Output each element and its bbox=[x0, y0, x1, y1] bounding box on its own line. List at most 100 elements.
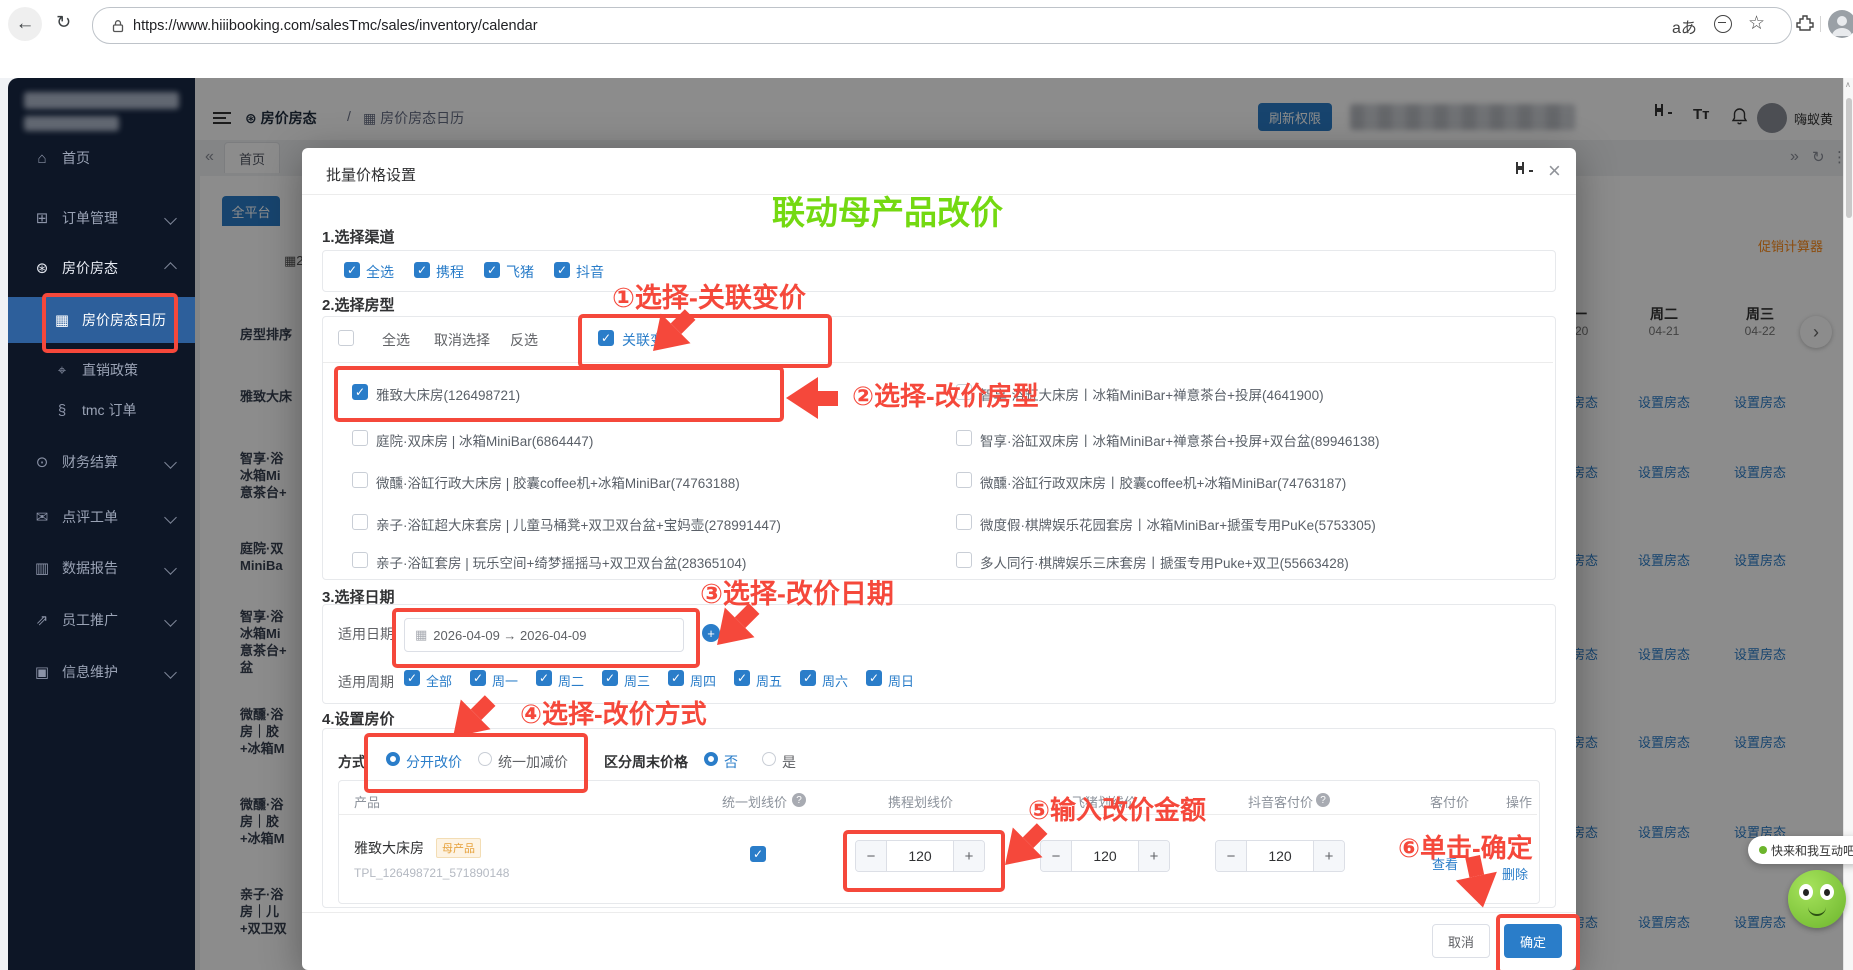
blurred-hotel-subname bbox=[24, 116, 119, 131]
mascot-avatar[interactable] bbox=[1788, 870, 1846, 928]
room-checkbox[interactable] bbox=[956, 552, 972, 568]
blurred-hotel-name bbox=[24, 92, 179, 109]
price-table-header: 操作 bbox=[1506, 792, 1532, 811]
room-label[interactable]: 智享·浴缸双床房丨冰箱MiniBar+禅意茶台+投屏+双台盆(89946138) bbox=[980, 430, 1379, 450]
weekend-radio-no[interactable] bbox=[704, 752, 718, 766]
sidebar-item-review[interactable]: ✉ 点评工单 bbox=[8, 499, 195, 535]
week-label-item[interactable]: 周二 bbox=[558, 671, 584, 690]
browser-profile-avatar[interactable] bbox=[1828, 10, 1853, 38]
room-checkbox[interactable] bbox=[956, 472, 972, 488]
sidebar-item-room-price[interactable]: ⊛ 房价房态 bbox=[8, 250, 195, 286]
week-label-item[interactable]: 周一 bbox=[492, 671, 518, 690]
week-checkbox-sat[interactable] bbox=[800, 670, 816, 686]
channel-label[interactable]: 全选 bbox=[366, 262, 394, 282]
room-label[interactable]: 微醺·浴缸行政大床房 | 胶囊coffee机+冰箱MiniBar(7476318… bbox=[376, 472, 740, 492]
orders-icon: ⊞ bbox=[32, 209, 52, 227]
direct-policy-icon: ⌖ bbox=[52, 362, 72, 379]
back-button[interactable]: ← bbox=[8, 7, 42, 41]
fliggy-price-stepper[interactable]: − 120 + bbox=[1040, 840, 1170, 872]
week-checkbox-all[interactable] bbox=[404, 670, 420, 686]
modal-close-icon[interactable]: × bbox=[1548, 158, 1561, 184]
reload-button[interactable]: ↻ bbox=[56, 12, 71, 33]
stepper-minus[interactable]: − bbox=[1216, 841, 1246, 871]
weekend-label: 区分周末价格 bbox=[604, 752, 688, 772]
room-checkbox[interactable] bbox=[956, 430, 972, 446]
room-label[interactable]: 庭院·双床房 | 冰箱MiniBar(6864447) bbox=[376, 430, 593, 450]
room-action-invert[interactable]: 反选 bbox=[510, 330, 538, 350]
channel-label[interactable]: 抖音 bbox=[576, 262, 604, 282]
extensions-icon[interactable] bbox=[1796, 14, 1814, 32]
room-label[interactable]: 亲子·浴缸套房 | 玩乐空间+绮梦摇摇马+双卫双台盆(28365104) bbox=[376, 552, 746, 572]
week-label-item[interactable]: 全部 bbox=[426, 671, 452, 690]
week-checkbox-tue[interactable] bbox=[536, 670, 552, 686]
week-label-item[interactable]: 周六 bbox=[822, 671, 848, 690]
channel-checkbox-all[interactable] bbox=[344, 262, 360, 278]
translate-icon[interactable]: aあ bbox=[1672, 14, 1697, 38]
week-checkbox-thu[interactable] bbox=[668, 670, 684, 686]
weekend-option-label[interactable]: 是 bbox=[782, 752, 796, 772]
question-icon[interactable]: ? bbox=[792, 793, 806, 807]
delete-link[interactable]: 删除 bbox=[1502, 864, 1528, 883]
mother-product-badge: 母产品 bbox=[436, 838, 481, 858]
room-select-all-checkbox[interactable] bbox=[338, 330, 354, 346]
weekend-option-label[interactable]: 否 bbox=[724, 752, 738, 772]
week-label-item[interactable]: 周三 bbox=[624, 671, 650, 690]
sidebar-item-home[interactable]: ⌂ 首页 bbox=[8, 140, 195, 176]
week-checkbox-sun[interactable] bbox=[866, 670, 882, 686]
address-bar[interactable]: https://www.hiiibooking.com/salesTmc/sal… bbox=[92, 7, 1792, 44]
chat-bubble[interactable]: 快来和我互动吧 bbox=[1748, 836, 1853, 864]
stepper-value[interactable]: 120 bbox=[1071, 841, 1139, 871]
cancel-button[interactable]: 取消 bbox=[1432, 924, 1490, 958]
channel-checkbox-douyin[interactable] bbox=[554, 262, 570, 278]
channel-checkbox-fliggy[interactable] bbox=[484, 262, 500, 278]
annotation-box-sidebar-calendar bbox=[42, 293, 178, 353]
douyin-price-stepper[interactable]: − 120 + bbox=[1215, 840, 1345, 872]
scrollbar-thumb[interactable] bbox=[1846, 98, 1852, 218]
week-label-item[interactable]: 周五 bbox=[756, 671, 782, 690]
week-label-item[interactable]: 周四 bbox=[690, 671, 716, 690]
room-checkbox[interactable] bbox=[352, 472, 368, 488]
sidebar-item-tmc-order[interactable]: § tmc 订单 bbox=[8, 392, 195, 428]
unified-price-checkbox[interactable] bbox=[750, 846, 766, 862]
toolbar-divider bbox=[1820, 16, 1821, 32]
price-table-header: 抖音客付价 bbox=[1248, 792, 1313, 811]
info-icon: ▣ bbox=[32, 663, 52, 681]
channel-label[interactable]: 飞猪 bbox=[506, 262, 534, 282]
week-checkbox-mon[interactable] bbox=[470, 670, 486, 686]
question-icon[interactable]: ? bbox=[1316, 793, 1330, 807]
annotation-box-linked-price bbox=[578, 314, 832, 368]
stepper-value[interactable]: 120 bbox=[1246, 841, 1314, 871]
channel-checkbox-ctrip[interactable] bbox=[414, 262, 430, 278]
sidebar-item-info-maintain[interactable]: ▣ 信息维护 bbox=[8, 654, 195, 690]
sidebar-item-staff-promo[interactable]: ⇗ 员工推广 bbox=[8, 602, 195, 638]
sidebar-item-direct-policy[interactable]: ⌖ 直销政策 bbox=[8, 352, 195, 388]
annotation-green-title: 联动母产品改价 bbox=[772, 186, 1003, 234]
stepper-plus[interactable]: + bbox=[1314, 841, 1344, 871]
section1-label: 1.选择渠道 bbox=[322, 226, 395, 247]
week-checkbox-wed[interactable] bbox=[602, 670, 618, 686]
room-label[interactable]: 多人同行·棋牌娱乐三床套房丨搋蛋专用Puke+双卫(55663428) bbox=[980, 552, 1349, 572]
sidebar-item-finance[interactable]: ⊙ 财务结算 bbox=[8, 444, 195, 480]
channel-label[interactable]: 携程 bbox=[436, 262, 464, 282]
weekend-radio-yes[interactable] bbox=[762, 752, 776, 766]
room-checkbox[interactable] bbox=[956, 514, 972, 530]
home-icon: ⌂ bbox=[32, 150, 52, 167]
room-checkbox[interactable] bbox=[352, 430, 368, 446]
stepper-plus[interactable]: + bbox=[1139, 841, 1169, 871]
sidebar-item-report[interactable]: ▥ 数据报告 bbox=[8, 550, 195, 586]
room-action-select-all[interactable]: 全选 bbox=[382, 330, 410, 350]
room-label[interactable]: 亲子·浴缸超大床套房 | 儿童马桶凳+双卫双台盆+宝妈壶(278991447) bbox=[376, 514, 781, 534]
room-label[interactable]: 微度假·棋牌娱乐花园套房丨冰箱MiniBar+搋蛋专用PuKe(5753305) bbox=[980, 514, 1376, 534]
week-checkbox-fri[interactable] bbox=[734, 670, 750, 686]
room-label[interactable]: 微醺·浴缸行政双床房丨胶囊coffee机+冰箱MiniBar(74763187) bbox=[980, 472, 1346, 492]
room-action-deselect[interactable]: 取消选择 bbox=[434, 330, 490, 350]
chevron-down-icon bbox=[164, 456, 177, 469]
sidebar-item-orders[interactable]: ⊞ 订单管理 bbox=[8, 200, 195, 236]
zoom-out-icon[interactable] bbox=[1714, 15, 1732, 33]
tmc-icon: § bbox=[52, 402, 72, 419]
week-label-item[interactable]: 周日 bbox=[888, 671, 914, 690]
room-checkbox[interactable] bbox=[352, 514, 368, 530]
room-checkbox[interactable] bbox=[352, 552, 368, 568]
favorite-star-icon[interactable]: ☆ bbox=[1748, 12, 1765, 35]
price-table-header: 客付价 bbox=[1430, 792, 1469, 811]
